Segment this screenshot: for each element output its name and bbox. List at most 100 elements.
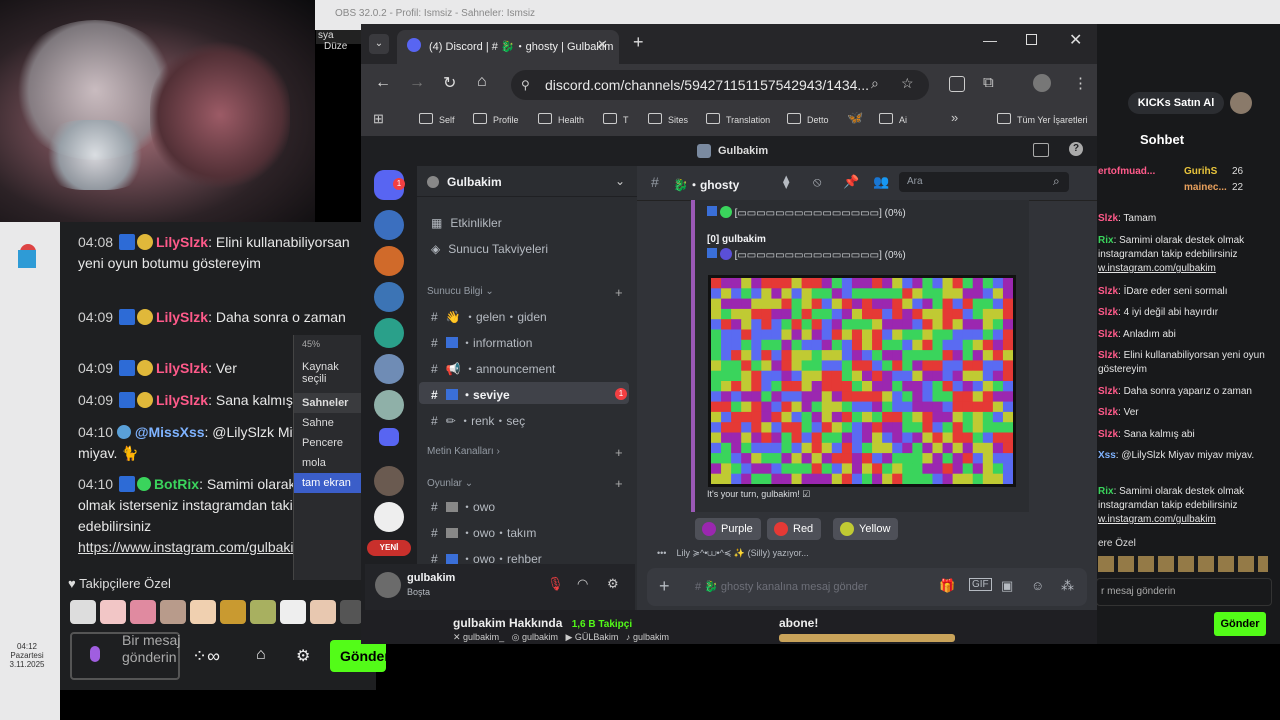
tab-search-icon[interactable]: ⌄ [369, 34, 389, 54]
help-icon[interactable]: ? [1069, 142, 1083, 156]
profile-avatar[interactable] [1033, 74, 1051, 92]
red-button[interactable]: Red [767, 518, 822, 540]
emote[interactable] [310, 600, 336, 624]
user-settings-icon[interactable]: ⚙ [607, 576, 619, 592]
kick-infinity-icon[interactable]: ⁘∞ [192, 646, 220, 667]
close-window-icon[interactable]: ✕ [1069, 30, 1082, 50]
channel-seviye[interactable]: # ・seviye [431, 386, 510, 403]
chat-input[interactable]: r mesaj gönderin [1096, 578, 1272, 606]
avatar[interactable] [1230, 92, 1252, 114]
channel-owo-takim[interactable]: # ・owo・takım [431, 524, 536, 541]
server-icon[interactable] [374, 210, 404, 240]
emote[interactable] [280, 600, 306, 624]
menu-item-edit[interactable]: Düze [324, 41, 347, 52]
emote[interactable] [130, 600, 156, 624]
obs-zoom[interactable]: 45% [294, 335, 362, 353]
emote[interactable] [160, 600, 186, 624]
new-tab-icon[interactable]: + [633, 32, 644, 53]
emoji-icon[interactable]: ☺ [1031, 578, 1044, 593]
bookmark-folder[interactable]: T [603, 113, 629, 125]
category-header[interactable]: Oyunlar ⌄ [427, 478, 473, 489]
social-links[interactable]: ✕ gulbakim_ ◎ gulbakim ▶ GÜLBakim ♪ gulb… [453, 632, 669, 643]
reload-icon[interactable]: ↻ [443, 73, 456, 93]
extensions-icon[interactable]: ⧉ [983, 74, 994, 91]
obs-scene-item-selected[interactable]: tam ekran [294, 473, 362, 493]
events-item[interactable]: ▦ Etkinlikler [431, 216, 502, 230]
notifications-icon[interactable]: ⦸ [813, 174, 821, 190]
home-icon[interactable]: ⌂ [477, 73, 487, 91]
channel-announcement[interactable]: # 📢 ・announcement [431, 360, 555, 377]
gift-icon[interactable]: 🎁 [939, 578, 955, 594]
send-button[interactable]: Gönder [1214, 612, 1266, 636]
bluesky-icon[interactable]: 🦋 [847, 110, 863, 126]
bookmark-star-icon[interactable]: ☆ [901, 75, 914, 92]
chat-username[interactable]: LilySlzk [156, 234, 208, 250]
send-button[interactable]: Gönder [330, 640, 390, 672]
purple-button[interactable]: Purple [695, 518, 761, 540]
more-bookmarks-icon[interactable]: » [951, 110, 958, 125]
back-icon[interactable]: ← [375, 74, 391, 92]
inbox-icon[interactable] [1033, 143, 1049, 157]
server-icon[interactable] [374, 246, 404, 276]
menu-bar[interactable]: sya Düze [316, 30, 364, 52]
add-attachment-icon[interactable]: + [659, 576, 670, 597]
microphone-icon[interactable] [90, 646, 100, 662]
server-name[interactable]: Gulbakim [447, 175, 502, 189]
bookmark-folder[interactable]: Ai [879, 113, 907, 125]
menu-item[interactable]: sya [318, 30, 334, 41]
gift-icon[interactable]: ⌂ [256, 646, 266, 664]
emote[interactable] [250, 600, 276, 624]
site-info-icon[interactable]: ⚲ [521, 78, 530, 92]
chat-input[interactable]: Bir mesaj gönderin [70, 632, 180, 680]
username[interactable]: gulbakim [407, 572, 455, 584]
bookmark-folder[interactable]: Health [538, 113, 584, 125]
add-channel-icon[interactable]: + [615, 476, 623, 491]
new-badge[interactable]: YENİ [367, 540, 411, 556]
bookmark-folder[interactable]: Translation [706, 113, 770, 125]
bookmark-folder[interactable]: Sites [648, 113, 688, 125]
channel-renk-sec[interactable]: # ✏ ・renk・seç [431, 412, 525, 429]
server-icon[interactable] [374, 390, 404, 420]
emote[interactable] [190, 600, 216, 624]
add-channel-icon[interactable]: + [615, 445, 623, 460]
emote[interactable] [220, 600, 246, 624]
bookmark-folder[interactable]: Profile [473, 113, 519, 125]
chevron-down-icon[interactable]: ⌄ [615, 174, 625, 188]
obs-scene-item[interactable]: Pencere [294, 433, 362, 453]
sticker-icon[interactable]: ▣ [1001, 578, 1013, 594]
add-channel-icon[interactable]: + [615, 285, 623, 300]
folder-icon[interactable] [379, 428, 399, 446]
settings-gear-icon[interactable]: ⚙ [296, 646, 310, 666]
obs-scene-item[interactable]: Sahne [294, 413, 362, 433]
chat-link[interactable]: w.instagram.com/gulbakim [1098, 262, 1268, 276]
apps-icon[interactable]: ⁂ [1061, 578, 1074, 594]
obs-scene-item[interactable]: mola [294, 453, 362, 473]
chat-username[interactable]: LilySlzk [156, 360, 208, 376]
members-icon[interactable]: 👥 [873, 174, 889, 190]
menu-dots-icon[interactable]: ⋮ [1073, 74, 1088, 92]
gif-icon[interactable]: GIF [969, 578, 992, 591]
maximize-icon[interactable] [1026, 34, 1037, 45]
threads-icon[interactable]: ⧫ [783, 174, 789, 190]
channel-information[interactable]: # ・information [431, 334, 532, 351]
chat-username[interactable]: LilySlzk [156, 309, 208, 325]
server-icon[interactable] [374, 354, 404, 384]
bookmark-folder[interactable]: Tüm Yer İşaretleri [997, 113, 1088, 125]
server-icon[interactable] [374, 466, 404, 496]
user-avatar[interactable] [375, 572, 401, 598]
pin-icon[interactable]: 📌 [843, 174, 859, 190]
save-icon[interactable] [949, 76, 965, 92]
forward-icon[interactable]: → [409, 74, 425, 92]
bookmark-folder[interactable]: Self [419, 113, 455, 125]
app-icon[interactable] [18, 250, 36, 268]
message-input[interactable]: + # 🐉 ghosty kanalına mesaj gönder 🎁 GIF… [647, 568, 1087, 606]
emote[interactable] [340, 600, 362, 624]
chat-username[interactable]: LilySlzk [156, 392, 208, 408]
emote-row[interactable] [1098, 556, 1268, 572]
emote[interactable] [70, 600, 96, 624]
bookmark-folder[interactable]: Detto [787, 113, 829, 125]
channel-owo[interactable]: # ・gelen・giden・owo [431, 498, 495, 515]
minimize-icon[interactable]: — [983, 32, 997, 48]
buy-kicks-button[interactable]: KICKs Satın Al [1128, 92, 1224, 114]
apps-grid-icon[interactable]: ⊞ [373, 111, 384, 127]
